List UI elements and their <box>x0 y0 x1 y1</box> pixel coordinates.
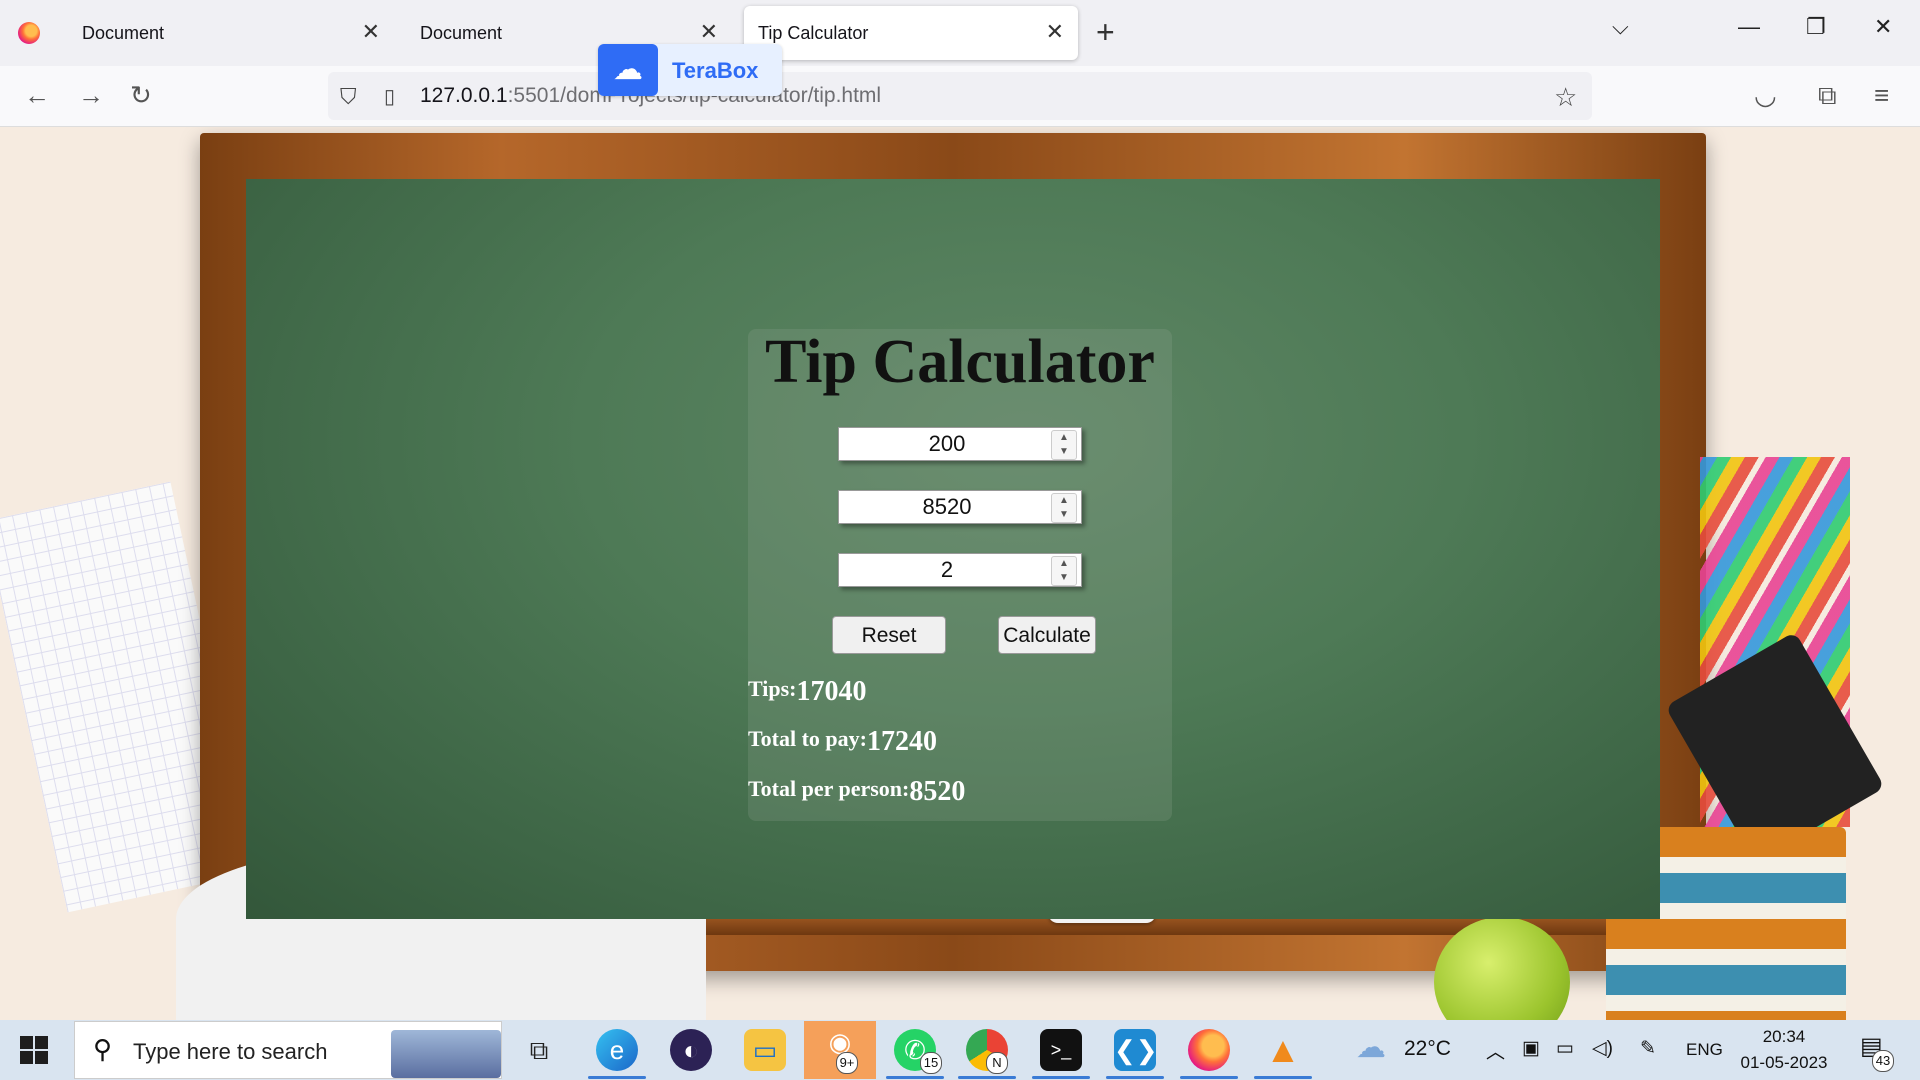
language-indicator[interactable]: ENG <box>1686 1040 1723 1060</box>
battery-icon[interactable]: ▭ <box>1556 1037 1574 1060</box>
list-all-tabs-icon[interactable]: ⌵ <box>1612 14 1629 40</box>
reload-icon[interactable]: ↻ <box>130 80 152 110</box>
active-indicator <box>958 1076 1016 1079</box>
weather-cloud-icon[interactable]: ☁ <box>1356 1030 1386 1065</box>
close-icon[interactable]: ✕ <box>1046 20 1064 44</box>
chrome-badge: N <box>986 1052 1008 1074</box>
page-title: Tip Calculator <box>765 328 1155 396</box>
windows-start-icon[interactable] <box>20 1036 48 1064</box>
total-result: Total to pay:17240 <box>748 726 937 758</box>
page-icon: ▯ <box>384 86 396 108</box>
bill-value: 200 <box>928 431 966 456</box>
active-indicator <box>886 1076 944 1079</box>
tab-label: Document <box>82 22 165 43</box>
shield-icon[interactable]: ⛉ <box>340 84 357 110</box>
active-indicator <box>588 1076 646 1079</box>
total-label: Total to pay: <box>748 726 867 751</box>
restore-icon[interactable]: ❐ <box>1806 14 1826 40</box>
cloud-upload-icon: ☁ <box>598 44 658 96</box>
tips-label: Tips: <box>748 676 797 701</box>
reset-button[interactable]: Reset <box>832 616 946 654</box>
search-placeholder: Type here to search <box>133 1039 328 1064</box>
stepper-icon[interactable]: ▲ ▼ <box>1051 556 1077 586</box>
firefox-logo-icon <box>18 22 40 44</box>
people-input[interactable]: 2 ▲ ▼ <box>838 553 1082 587</box>
edge-icon[interactable]: e <box>596 1029 638 1071</box>
eclipse-icon[interactable]: ◐ <box>670 1029 712 1071</box>
terabox-extension-button[interactable]: ☁ TeraBox <box>598 44 782 96</box>
task-view-icon[interactable]: ⧉ <box>518 1029 560 1071</box>
search-icon: ⚲ <box>93 1034 113 1064</box>
clock-date: 01-05-2023 <box>1740 1053 1828 1072</box>
calculate-button[interactable]: Calculate <box>998 616 1096 654</box>
active-indicator <box>1032 1076 1090 1079</box>
extensions-icon[interactable]: ⧉ <box>1818 80 1837 110</box>
pocket-icon[interactable]: ◡ <box>1754 80 1777 110</box>
per-person-value: 8520 <box>909 776 966 807</box>
chevron-up-icon[interactable]: ︿ <box>1486 1037 1505 1064</box>
firefox-taskbar-icon[interactable] <box>1188 1029 1230 1071</box>
forward-arrow-icon[interactable]: → <box>78 80 104 110</box>
stepper-icon[interactable]: ▲ ▼ <box>1051 493 1077 523</box>
new-tab-button[interactable]: + <box>1096 14 1115 50</box>
back-arrow-icon[interactable]: ← <box>24 80 50 110</box>
bill-input[interactable]: 200 ▲ ▼ <box>838 427 1082 461</box>
search-highlight-image <box>391 1030 501 1078</box>
tab-label: Document <box>420 22 503 43</box>
active-indicator <box>1180 1076 1238 1079</box>
tab-label: Tip Calculator <box>758 22 869 43</box>
per-person-result: Total per person:8520 <box>748 776 965 808</box>
photos-badge: 9+ <box>836 1052 858 1074</box>
tip-input[interactable]: 8520 ▲ ▼ <box>838 490 1082 524</box>
clock[interactable]: 20:34 01-05-2023 <box>1734 1024 1834 1076</box>
menu-icon[interactable]: ≡ <box>1874 80 1889 110</box>
notification-badge: 43 <box>1872 1050 1894 1072</box>
tab-bar: Document ✕ Document ✕ Tip Calculator ✕ +… <box>0 0 1920 66</box>
tips-result: Tips:17040 <box>748 676 867 708</box>
vlc-icon[interactable]: ▲ <box>1262 1029 1304 1071</box>
active-indicator <box>1254 1076 1312 1079</box>
file-explorer-icon[interactable]: ▭ <box>744 1029 786 1071</box>
tips-value: 17040 <box>796 676 867 707</box>
tab-document-1[interactable]: Document ✕ <box>68 6 394 60</box>
whatsapp-badge: 15 <box>920 1052 942 1074</box>
people-value: 2 <box>940 557 954 582</box>
weather-temp[interactable]: 22°C <box>1404 1037 1451 1061</box>
url-host: 127.0.0.1 <box>420 84 508 107</box>
camera-icon[interactable]: ▣ <box>1522 1037 1540 1060</box>
taskbar-search-box[interactable]: ⚲ Type here to search <box>74 1021 502 1079</box>
terabox-label: TeraBox <box>672 58 759 83</box>
close-icon[interactable]: ✕ <box>362 20 380 44</box>
close-icon[interactable]: ✕ <box>700 20 718 44</box>
per-person-label: Total per person: <box>748 776 910 801</box>
window-close-icon[interactable]: ✕ <box>1874 14 1892 40</box>
tab-tip-calculator[interactable]: Tip Calculator ✕ <box>744 6 1078 60</box>
vscode-icon[interactable]: ❮❯ <box>1114 1029 1158 1071</box>
total-value: 17240 <box>866 726 937 757</box>
stepper-icon[interactable]: ▲ ▼ <box>1051 430 1077 460</box>
volume-icon[interactable]: ◁) <box>1592 1037 1613 1060</box>
clock-time: 20:34 <box>1762 1027 1806 1046</box>
pen-icon[interactable]: ✎ <box>1640 1037 1656 1060</box>
minimize-icon[interactable]: — <box>1738 14 1760 40</box>
active-indicator <box>1106 1076 1164 1079</box>
bookmark-star-icon[interactable]: ☆ <box>1554 82 1577 113</box>
terminal-icon[interactable]: >_ <box>1040 1029 1082 1071</box>
tip-value: 8520 <box>922 494 972 519</box>
